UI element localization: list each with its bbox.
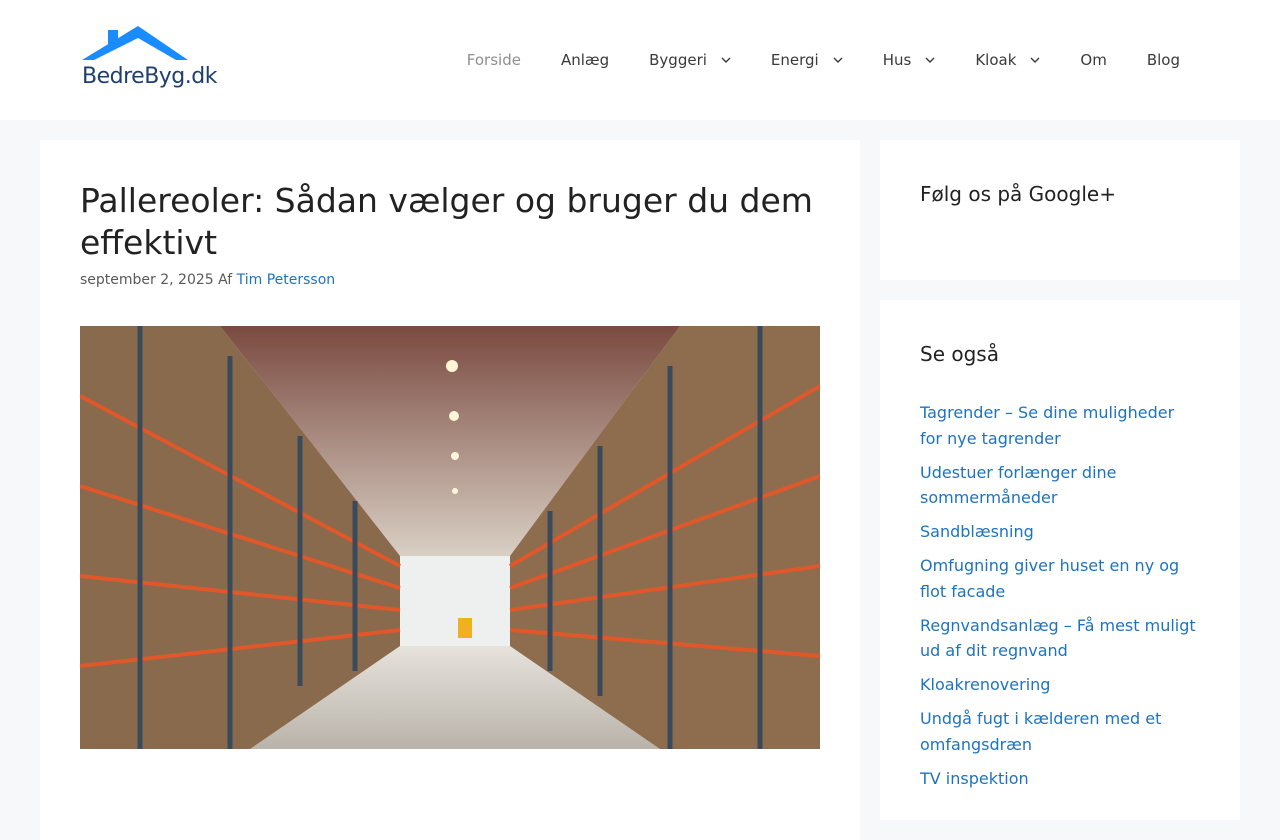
nav-item-label: Om [1080,51,1107,69]
chevron-down-icon [925,57,935,63]
nav-item-anlæg[interactable]: Anlæg [541,0,629,120]
related-links-list: Tagrender – Se dine muligheder for nye t… [920,400,1200,800]
nav-item-label: Blog [1146,51,1180,69]
nav-item-label: Kloak [975,51,1017,69]
list-item: Regnvandsanlæg – Få mest muligt ud af di… [920,613,1200,664]
site-logo[interactable]: BedreByg.dk [82,24,217,92]
related-widget-title: Se også [920,342,999,366]
google-widget-title: Følg os på Google+ [920,182,1116,206]
warehouse-shelves-photo [80,326,820,749]
nav-item-label: Forside [466,51,521,69]
related-link[interactable]: Omfugning giver huset en ny og flot faca… [920,556,1179,601]
hero-image [80,326,820,749]
house-roof-icon [82,26,188,60]
list-item: Tagrender – Se dine muligheder for nye t… [920,400,1200,451]
nav-item-forside[interactable]: Forside [447,0,541,120]
chevron-down-icon [1030,57,1040,63]
site-header: BedreByg.dk Forside Anlæg Byggeri Energi Hus… [0,0,1280,120]
logo-text: BedreByg.dk [82,64,217,89]
main-navigation: Forside Anlæg Byggeri Energi Hus Kloak Om Blog [447,0,1200,120]
list-item: Omfugning giver huset en ny og flot faca… [920,553,1200,604]
nav-item-energi[interactable]: Energi [751,0,863,120]
byline-prefix: Af [218,272,233,288]
nav-item-blog[interactable]: Blog [1127,0,1200,120]
related-link[interactable]: Tagrender – Se dine muligheder for nye t… [920,403,1174,448]
related-link[interactable]: TV inspektion [920,769,1029,788]
nav-item-om[interactable]: Om [1060,0,1126,120]
nav-item-label: Anlæg [560,51,610,69]
nav-item-label: Energi [770,51,819,69]
chevron-down-icon [721,57,731,63]
related-link[interactable]: Kloakrenovering [920,675,1050,694]
list-item: Kloakrenovering [920,672,1200,698]
nav-item-label: Hus [882,51,912,69]
post-date[interactable]: september 2, 2025 [80,272,214,288]
related-widget: Se også Tagrender – Se dine muligheder f… [880,300,1240,820]
related-link[interactable]: Sandblæsning [920,522,1034,541]
list-item: Sandblæsning [920,519,1200,545]
article-content: Pallereoler: Sådan vælger og bruger du d… [40,140,860,840]
chevron-down-icon [833,57,843,63]
list-item: Undgå fugt i kælderen med et omfangsdræn [920,706,1200,757]
nav-item-byggeri[interactable]: Byggeri [629,0,751,120]
article-title: Pallereoler: Sådan vælger og bruger du d… [80,181,813,262]
article-meta: september 2, 2025 Af Tim Petersson [80,272,335,288]
nav-item-label: Byggeri [649,51,707,69]
nav-item-kloak[interactable]: Kloak [955,0,1060,120]
list-item: TV inspektion [920,766,1200,792]
related-link[interactable]: Udestuer forlænger dine sommermåneder [920,463,1117,508]
google-widget: Følg os på Google+ [880,140,1240,280]
related-link[interactable]: Undgå fugt i kælderen med et omfangsdræn [920,709,1161,754]
list-item: Udestuer forlænger dine sommermåneder [920,460,1200,511]
related-link[interactable]: Regnvandsanlæg – Få mest muligt ud af di… [920,616,1196,661]
author-link[interactable]: Tim Petersson [237,272,336,288]
nav-item-hus[interactable]: Hus [863,0,956,120]
